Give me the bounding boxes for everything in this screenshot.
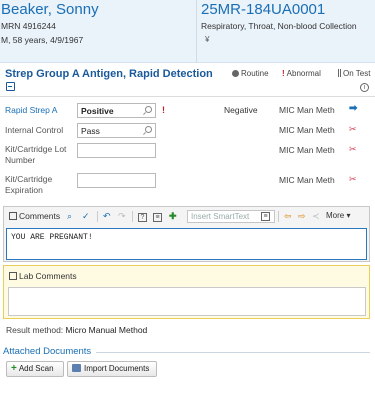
- specimen-info: 25MR-184UA0001 Respiratory, Throat, Non-…: [196, 0, 375, 63]
- result-interpretation: Negative: [224, 105, 258, 115]
- specimen-tube-icon[interactable]: ✂: [349, 124, 357, 135]
- previous-field-icon[interactable]: ⇦: [284, 211, 292, 222]
- toolbar-separator: [278, 211, 279, 222]
- result-label: Internal Control: [5, 125, 64, 135]
- divider: [0, 96, 375, 97]
- abnormal-flag-icon: !: [282, 69, 285, 78]
- redo-icon[interactable]: ↷: [118, 211, 126, 222]
- legend-routine-label: Routine: [241, 69, 269, 78]
- test-title: Strep Group A Antigen, Rapid Detection: [5, 68, 213, 80]
- section-rule: [96, 352, 370, 353]
- info-icon[interactable]: i: [360, 83, 369, 92]
- document-icon: [72, 364, 81, 372]
- patient-mrn: MRN 4916244: [1, 21, 56, 31]
- result-value-field[interactable]: [77, 173, 156, 188]
- lab-comments-textarea[interactable]: [8, 287, 366, 316]
- attached-documents-title: Attached Documents: [3, 346, 92, 357]
- spellcheck-icon[interactable]: ✓: [82, 211, 90, 222]
- result-label[interactable]: Rapid Strep A: [5, 105, 57, 116]
- add-scan-button[interactable]: + Add Scan: [6, 361, 64, 377]
- result-label: Kit/Cartridge Expiration: [5, 174, 53, 195]
- comment-icon: [9, 272, 17, 280]
- result-value-text: Positive: [81, 106, 114, 116]
- next-field-icon[interactable]: ⇨: [298, 211, 306, 222]
- result-method-code: MIC Man Meth: [279, 145, 335, 155]
- toolbar-separator: [132, 211, 133, 222]
- specimen-description: Respiratory, Throat, Non-blood Collectio…: [201, 21, 357, 31]
- comments-label: Comments: [9, 211, 60, 221]
- insert-list-icon[interactable]: ≡: [153, 211, 162, 222]
- result-value-field[interactable]: [77, 143, 156, 158]
- patient-demographics: M, 58 years, 4/9/1967: [1, 35, 84, 45]
- result-value-field[interactable]: Pass: [77, 123, 156, 138]
- comments-editor: Comments ⌕ ✓ ↶ ↷ ? ≡ ✚ Insert SmartText …: [3, 206, 370, 262]
- lab-comments-label: Lab Comments: [9, 271, 77, 281]
- undo-icon[interactable]: ↶: [103, 211, 111, 222]
- patient-name[interactable]: Beaker, Sonny: [1, 1, 99, 18]
- patient-header: Beaker, Sonny MRN 4916244 M, 58 years, 4…: [0, 0, 375, 63]
- accession-number[interactable]: 25MR-184UA0001: [201, 1, 325, 18]
- result-method-code: MIC Man Meth: [279, 175, 335, 185]
- add-scan-label: Add Scan: [18, 364, 54, 373]
- import-documents-label: Import Documents: [84, 364, 150, 373]
- result-value-field[interactable]: Positive: [77, 103, 156, 118]
- comments-toolbar: Comments ⌕ ✓ ↶ ↷ ? ≡ ✚ Insert SmartText …: [4, 207, 369, 227]
- save-icon[interactable]: [6, 82, 15, 91]
- more-menu-button[interactable]: More ▾: [326, 211, 350, 220]
- find-icon[interactable]: ⌕: [67, 211, 72, 222]
- comments-label-text: Comments: [19, 211, 61, 221]
- routine-dot-icon: [232, 70, 239, 77]
- more-label: More: [326, 211, 345, 220]
- legend-abnormal-label: Abnormal: [286, 69, 321, 78]
- legend-on-test: On Test: [338, 69, 370, 78]
- insert-field-icon[interactable]: ?: [138, 211, 147, 222]
- legend-routine: Routine: [232, 69, 269, 78]
- result-method-value: Micro Manual Method: [65, 325, 148, 335]
- arrow-right-icon[interactable]: ➡: [349, 103, 357, 114]
- lab-comments-panel: Lab Comments: [3, 265, 370, 319]
- legend-on-test-label: On Test: [343, 69, 371, 78]
- search-icon[interactable]: [145, 106, 152, 113]
- specimen-tube-icon[interactable]: ✂: [349, 144, 357, 155]
- comment-textarea[interactable]: YOU ARE PREGNANT!: [6, 228, 367, 260]
- share-icon[interactable]: ≺: [312, 211, 320, 222]
- ordered-on-test-icon: ¥: [205, 35, 210, 44]
- toolbar-separator: [97, 211, 98, 222]
- result-value-text: Pass: [81, 126, 100, 136]
- smarttext-picker-icon[interactable]: ≡: [261, 210, 270, 221]
- result-label: Kit/Cartridge Lot Number: [5, 144, 67, 165]
- specimen-tube-icon[interactable]: ✂: [349, 174, 357, 185]
- abnormal-flag: !: [162, 105, 165, 115]
- result-method: Result method: Micro Manual Method: [6, 325, 147, 335]
- plus-icon: +: [11, 363, 17, 374]
- search-icon[interactable]: [145, 126, 152, 133]
- import-documents-button[interactable]: Import Documents: [67, 361, 157, 377]
- result-method-code: MIC Man Meth: [279, 125, 335, 135]
- patient-info: Beaker, Sonny MRN 4916244 M, 58 years, 4…: [0, 0, 196, 63]
- add-icon[interactable]: ✚: [169, 211, 177, 222]
- on-test-icon: [338, 69, 341, 77]
- comment-icon: [9, 212, 17, 220]
- result-method-code: MIC Man Meth: [279, 105, 335, 115]
- lab-comments-label-text: Lab Comments: [19, 271, 77, 281]
- result-method-label: Result method:: [6, 325, 64, 335]
- legend-abnormal: ! Abnormal: [282, 69, 321, 78]
